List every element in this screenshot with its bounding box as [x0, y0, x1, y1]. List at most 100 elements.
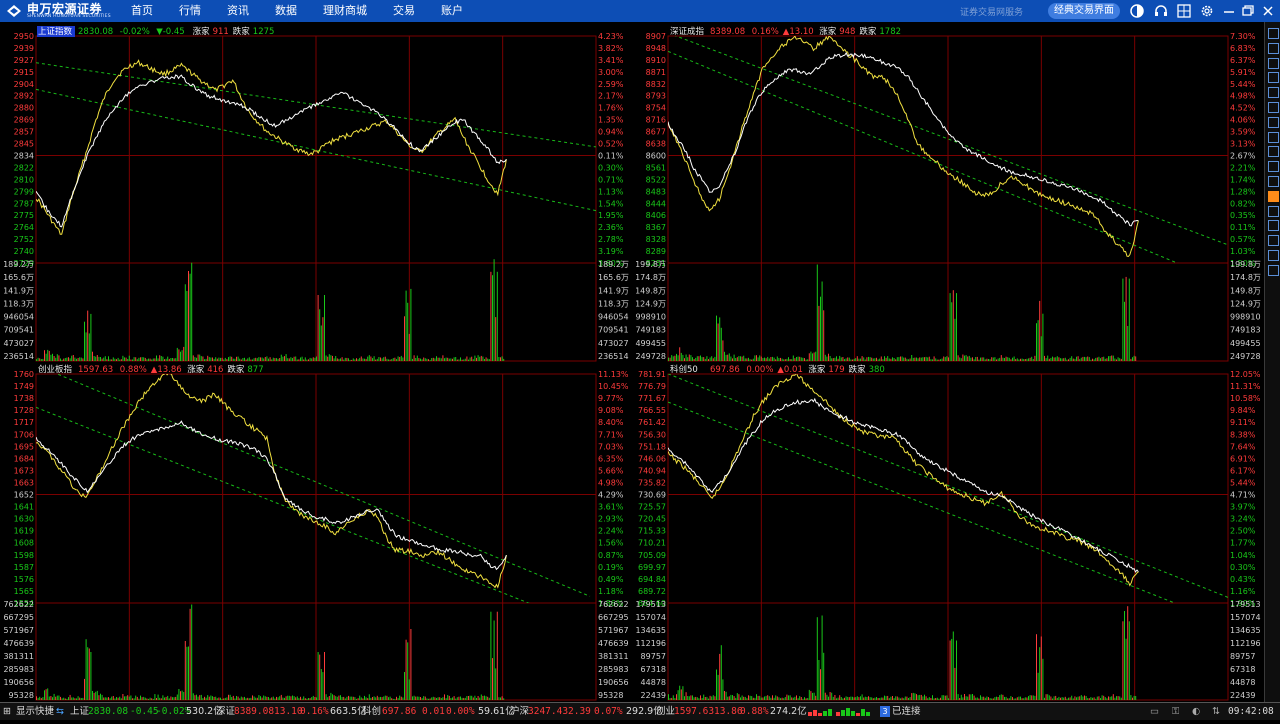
- pct-tick-label: 2.67%: [1230, 151, 1256, 160]
- volume-bar: [1082, 356, 1084, 361]
- back-arrow-icon[interactable]: [1268, 28, 1279, 39]
- price-tick-label: 8638: [646, 140, 666, 149]
- volume-bar: [847, 696, 849, 700]
- pct-tick-label: 1.28%: [1230, 187, 1256, 196]
- keyboard-icon[interactable]: ▭: [1150, 703, 1159, 720]
- skin-icon[interactable]: [1129, 3, 1145, 19]
- calendar-icon[interactable]: [1268, 146, 1279, 158]
- quick-toggle-label[interactable]: 显示快捷: [16, 703, 54, 720]
- classic-trade-button[interactable]: 经典交易界面: [1048, 3, 1120, 19]
- refresh-icon[interactable]: [1268, 264, 1279, 276]
- apps-grid-icon[interactable]: [1176, 3, 1192, 19]
- volume-bar: [850, 696, 852, 700]
- flag-icon[interactable]: [1268, 176, 1279, 187]
- volume-bar: [245, 359, 247, 361]
- volume-bar: [845, 358, 847, 361]
- nav-account[interactable]: 账户: [428, 0, 476, 22]
- volume-bar: [85, 639, 87, 700]
- volume-bar: [936, 359, 938, 361]
- notes-icon[interactable]: [1268, 161, 1279, 173]
- volume-bar: [157, 694, 159, 700]
- volume-bar: [1098, 696, 1100, 700]
- volume-tick-label: 190656: [598, 678, 629, 687]
- blue-report-icon[interactable]: [1268, 205, 1279, 217]
- nav-quotes[interactable]: 行情: [166, 0, 214, 22]
- volume-bar: [826, 694, 828, 700]
- quote-swap-icon[interactable]: ⇆: [56, 703, 64, 720]
- hs-change: 2.39: [568, 706, 591, 717]
- volume-bar: [808, 353, 810, 361]
- volume-bar: [196, 694, 197, 700]
- quick-toggle-icon[interactable]: ⊞: [3, 703, 11, 720]
- headset-icon[interactable]: [1153, 3, 1169, 19]
- forward-arrow-icon[interactable]: [1268, 42, 1279, 54]
- volume-bar: [362, 358, 364, 361]
- volume-tick-label: 44878: [1230, 678, 1255, 687]
- window-icon[interactable]: [1268, 250, 1279, 261]
- volume-bar: [138, 698, 140, 700]
- volume-bar: [165, 696, 167, 700]
- orange-report-icon[interactable]: [1268, 190, 1279, 202]
- volume-bar: [476, 698, 477, 700]
- volume-bar: [191, 262, 193, 361]
- volume-bar: [754, 355, 756, 361]
- volume-bar: [496, 611, 498, 700]
- slogan-text: 证券交易网服务: [960, 8, 1024, 18]
- volume-bar: [932, 695, 933, 700]
- nav-trade[interactable]: 交易: [380, 0, 428, 22]
- volume-bar: [797, 698, 799, 700]
- settings-gear-icon[interactable]: [1199, 3, 1215, 19]
- volume-bar: [112, 696, 114, 700]
- link-icon[interactable]: [1268, 235, 1279, 247]
- volume-bar: [232, 358, 234, 361]
- volume-bar: [287, 358, 289, 361]
- volume-bar: [684, 358, 685, 361]
- panel-change: ▼-0.45: [156, 27, 185, 37]
- volume-bar: [445, 698, 447, 700]
- panel-down-count: 877: [247, 365, 263, 375]
- nav-wealth-mall[interactable]: 理财商城: [310, 0, 380, 22]
- volume-bar: [394, 357, 396, 361]
- line-chart-icon[interactable]: [1268, 116, 1279, 128]
- up-arrow-icon[interactable]: [1268, 57, 1279, 69]
- volume-bar: [439, 357, 441, 361]
- volume-bar: [812, 692, 813, 700]
- volume-bar: [247, 697, 249, 700]
- nav-data[interactable]: 数据: [262, 0, 310, 22]
- index-line-yellow: [36, 59, 507, 235]
- network-icon[interactable]: ⇅: [1212, 703, 1220, 720]
- volume-bar: [906, 358, 908, 361]
- volume-bar: [855, 697, 857, 700]
- grid-icon[interactable]: [1268, 102, 1279, 113]
- volume-bar: [752, 697, 754, 700]
- volume-bar: [1088, 357, 1090, 361]
- volume-bar: [338, 695, 340, 700]
- volume-bar: [383, 357, 385, 361]
- volume-bar: [800, 697, 802, 700]
- bar-chart-icon[interactable]: [1268, 131, 1279, 143]
- price-tick-label: 1598: [14, 551, 34, 560]
- volume-bar: [1007, 357, 1009, 361]
- minimize-icon[interactable]: [1221, 3, 1237, 19]
- nav-home[interactable]: 首页: [118, 0, 166, 22]
- volume-bar: [80, 698, 82, 700]
- connection-status[interactable]: 已连接: [892, 703, 921, 720]
- list-icon[interactable]: [1268, 87, 1279, 99]
- stack-icon[interactable]: [1268, 220, 1279, 232]
- volume-bar: [688, 696, 690, 700]
- kc-pct: 0.00%: [446, 706, 475, 717]
- price-tick-label: 1760: [14, 370, 34, 379]
- volume-bar: [1047, 694, 1049, 700]
- restore-icon[interactable]: [1240, 3, 1256, 19]
- volume-bar: [325, 355, 327, 361]
- volume-icon[interactable]: ◐: [1192, 703, 1200, 720]
- volume-bar: [952, 290, 954, 361]
- volume-bar: [1072, 358, 1074, 361]
- nav-news[interactable]: 资讯: [214, 0, 262, 22]
- close-icon[interactable]: [1260, 3, 1276, 19]
- volume-bar: [1008, 357, 1010, 361]
- volume-bar: [242, 697, 244, 700]
- down-arrow-icon[interactable]: [1268, 72, 1279, 84]
- lock-icon[interactable]: ⚿: [1172, 703, 1179, 720]
- volume-bar: [136, 696, 138, 700]
